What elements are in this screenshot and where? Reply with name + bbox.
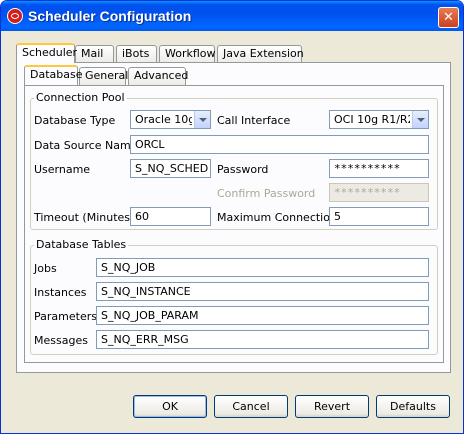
call-interface-select[interactable]: OCI 10g R1/R2 bbox=[329, 110, 429, 129]
password-field[interactable]: ********** bbox=[329, 159, 429, 178]
timeout-field[interactable]: 60 bbox=[130, 207, 211, 226]
maximum-connections-label: Maximum Connections bbox=[217, 211, 343, 224]
timeout-label: Timeout (Minutes) bbox=[34, 211, 135, 224]
database-type-value: Oracle 10g R bbox=[135, 113, 192, 126]
username-label: Username bbox=[34, 163, 91, 176]
window-title: Scheduler Configuration bbox=[28, 8, 192, 24]
jobs-field[interactable]: S_NQ_JOB bbox=[96, 258, 429, 277]
password-label: Password bbox=[217, 163, 269, 176]
call-interface-value: OCI 10g R1/R2 bbox=[334, 113, 410, 126]
username-field[interactable]: S_NQ_SCHED bbox=[130, 159, 211, 178]
oracle-app-icon bbox=[7, 8, 23, 24]
tab-java-extension[interactable]: Java Extension bbox=[217, 45, 304, 63]
data-source-name-field[interactable]: ORCL bbox=[130, 135, 429, 154]
tab-mail[interactable]: Mail bbox=[75, 45, 114, 63]
confirm-password-field: ********** bbox=[329, 183, 429, 202]
tab-workflow[interactable]: Workflow bbox=[159, 45, 216, 63]
messages-field[interactable]: S_NQ_ERR_MSG bbox=[96, 330, 429, 349]
scheduler-configuration-window: Scheduler Configuration ✕ Mail iBots Wor… bbox=[0, 0, 464, 434]
title-bar[interactable]: Scheduler Configuration ✕ bbox=[1, 1, 463, 31]
connection-pool-legend: Connection Pool bbox=[34, 91, 127, 104]
database-type-label: Database Type bbox=[34, 114, 116, 127]
defaults-button[interactable]: Defaults bbox=[376, 395, 450, 418]
tab-scheduler[interactable]: Scheduler bbox=[16, 43, 77, 63]
messages-label: Messages bbox=[34, 334, 88, 347]
parameters-label: Parameters bbox=[34, 310, 97, 323]
tab-database[interactable]: Database bbox=[24, 65, 83, 85]
parameters-field[interactable]: S_NQ_JOB_PARAM bbox=[96, 306, 429, 325]
close-button[interactable]: ✕ bbox=[438, 7, 459, 28]
instances-field[interactable]: S_NQ_INSTANCE bbox=[96, 282, 429, 301]
revert-button[interactable]: Revert bbox=[295, 395, 369, 418]
tab-advanced[interactable]: Advanced bbox=[128, 67, 188, 85]
data-source-name-label: Data Source Name bbox=[34, 139, 138, 152]
cancel-button[interactable]: Cancel bbox=[214, 395, 288, 418]
ok-button[interactable]: OK bbox=[133, 395, 207, 418]
maximum-connections-field[interactable]: 5 bbox=[329, 207, 429, 226]
confirm-password-label: Confirm Password bbox=[217, 187, 316, 200]
database-type-select[interactable]: Oracle 10g R bbox=[130, 110, 211, 129]
database-tables-legend: Database Tables bbox=[34, 238, 129, 251]
instances-label: Instances bbox=[34, 286, 87, 299]
tab-ibots[interactable]: iBots bbox=[116, 45, 157, 63]
jobs-label: Jobs bbox=[34, 262, 57, 275]
chevron-down-icon[interactable] bbox=[412, 111, 428, 128]
chevron-down-icon[interactable] bbox=[194, 111, 210, 128]
call-interface-label: Call Interface bbox=[217, 114, 291, 127]
tab-general[interactable]: General bbox=[79, 67, 128, 85]
